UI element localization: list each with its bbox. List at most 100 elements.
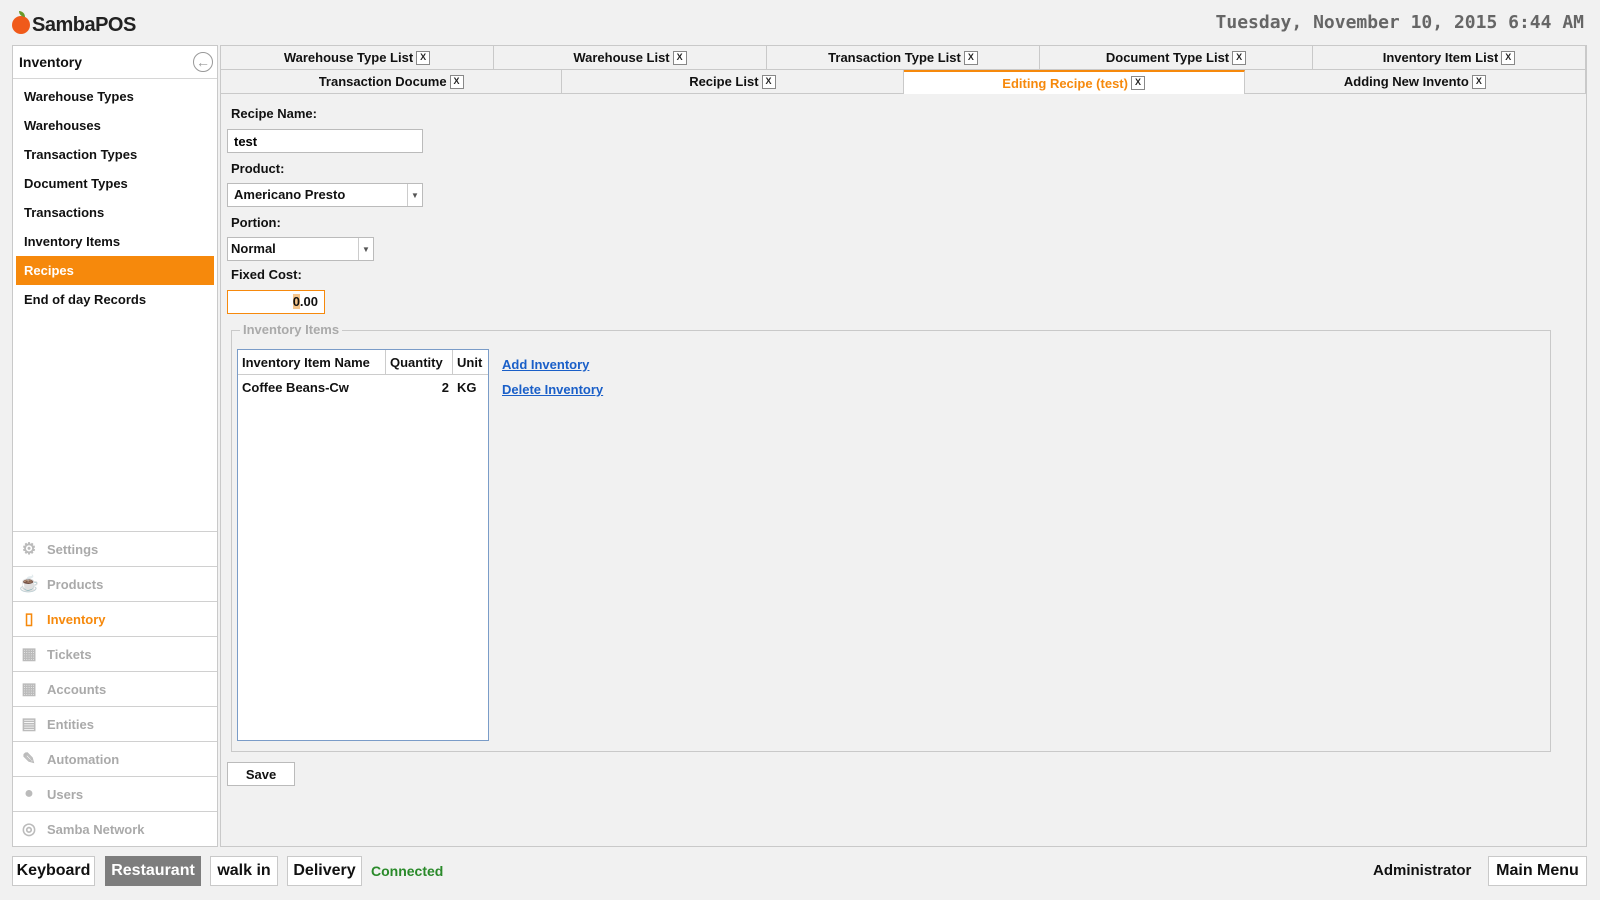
tab-row-top: Warehouse Type List X Warehouse List X T… [221, 46, 1586, 70]
module-navigation: ⚙ Settings ☕ Products ▯ Inventory ▦ Tick… [13, 531, 217, 846]
fixed-cost-selected-text: 0 [292, 294, 300, 309]
walk-in-button[interactable]: walk in [210, 856, 278, 886]
books-icon: ▦ [21, 646, 37, 663]
product-select[interactable]: Americano Presto ▼ [227, 183, 423, 207]
tab-transaction-document[interactable]: Transaction Docume X [221, 70, 563, 94]
coffee-cup-icon: ☕ [19, 576, 39, 593]
tab-close-button[interactable]: X [1130, 76, 1145, 90]
fixed-cost-text: .00 [299, 294, 318, 309]
delivery-button[interactable]: Delivery [287, 856, 362, 886]
tab-label: Recipe List [689, 74, 759, 89]
table-row[interactable]: Coffee Beans-Cw 2 KG [238, 375, 488, 399]
sidebar-item-document-types[interactable]: Document Types [16, 169, 214, 198]
tab-label: Editing Recipe (test) [1002, 75, 1128, 91]
tab-inventory-item-list[interactable]: Inventory Item List X [1313, 46, 1586, 70]
module-settings[interactable]: ⚙ Settings [13, 531, 217, 566]
tab-document-type-list[interactable]: Document Type List X [1040, 46, 1313, 70]
sidebar-item-end-of-day-records[interactable]: End of day Records [16, 285, 214, 314]
keyboard-button[interactable]: Keyboard [12, 856, 95, 886]
recipe-name-input[interactable] [227, 129, 423, 153]
module-label: Products [47, 576, 104, 592]
tab-label: Adding New Invento [1343, 74, 1469, 89]
module-label: Automation [47, 751, 120, 767]
sidebar-item-transaction-types[interactable]: Transaction Types [16, 140, 214, 169]
cell-name: Coffee Beans-Cw [242, 379, 349, 395]
tab-close-button[interactable]: X [761, 74, 776, 89]
connection-status: Connected [371, 863, 444, 879]
product-selected-value: Americano Presto [234, 187, 346, 202]
user-icon: ● [24, 785, 34, 802]
module-products[interactable]: ☕ Products [13, 566, 217, 601]
tab-recipe-list[interactable]: Recipe List X [562, 70, 904, 94]
save-button[interactable]: Save [227, 762, 295, 786]
back-arrow-icon[interactable]: ← [193, 52, 213, 72]
portion-select[interactable]: Normal ▼ [227, 237, 374, 261]
sidebar-item-transactions[interactable]: Transactions [16, 198, 214, 227]
tab-close-button[interactable]: X [963, 50, 978, 65]
fixed-cost-label: Fixed Cost: [231, 267, 302, 282]
tab-warehouse-type-list[interactable]: Warehouse Type List X [221, 46, 494, 70]
cell-quantity: 2 [441, 379, 449, 395]
pencil-icon: ✎ [22, 751, 36, 768]
module-label: Users [47, 786, 84, 802]
module-automation[interactable]: ✎ Automation [13, 741, 217, 776]
sidebar-item-recipes[interactable]: Recipes [16, 256, 214, 285]
module-label: Entities [47, 716, 94, 732]
calendar-icon: ▤ [21, 716, 37, 733]
document-area: Warehouse Type List X Warehouse List X T… [220, 45, 1587, 847]
module-label: Inventory [47, 611, 106, 627]
module-users[interactable]: ● Users [13, 776, 217, 811]
chevron-down-icon[interactable]: ▼ [358, 238, 373, 260]
main-menu-button[interactable]: Main Menu [1488, 856, 1587, 886]
chevron-down-icon[interactable]: ▼ [407, 184, 422, 206]
tab-label: Transaction Type List [828, 50, 961, 65]
module-accounts[interactable]: ▦ Accounts [13, 671, 217, 706]
tab-close-button[interactable]: X [416, 50, 431, 65]
sidebar-item-inventory-items[interactable]: Inventory Items [16, 227, 214, 256]
tab-close-button[interactable]: X [672, 50, 687, 65]
column-header-name[interactable]: Inventory Item Name [238, 350, 386, 374]
left-panel-header: Inventory ← [13, 46, 217, 79]
product-label: Product: [231, 161, 285, 176]
tab-label: Inventory Item List [1382, 50, 1499, 65]
portion-selected-value: Normal [231, 241, 276, 256]
tab-editing-recipe[interactable]: Editing Recipe (test) X [903, 70, 1245, 94]
module-label: Settings [47, 541, 99, 557]
module-inventory[interactable]: ▯ Inventory [13, 601, 217, 636]
module-label: Tickets [47, 646, 92, 662]
tab-transaction-type-list[interactable]: Transaction Type List X [767, 46, 1040, 70]
brand-name: SambaPOS [32, 13, 136, 36]
inventory-items-group: Inventory Items Inventory Item Name Quan… [231, 322, 1551, 752]
apple-logo-icon [12, 11, 30, 34]
tab-label: Warehouse List [573, 50, 670, 65]
tab-close-button[interactable]: X [1232, 50, 1247, 65]
column-header-unit[interactable]: Unit [453, 350, 488, 374]
delete-inventory-link[interactable]: Delete Inventory [502, 382, 603, 397]
module-tickets[interactable]: ▦ Tickets [13, 636, 217, 671]
recipe-name-label: Recipe Name: [231, 106, 317, 121]
left-panel-title: Inventory [19, 54, 83, 70]
restaurant-button[interactable]: Restaurant [105, 856, 201, 886]
tab-close-button[interactable]: X [1471, 74, 1486, 89]
sidebar-item-warehouses[interactable]: Warehouses [16, 111, 214, 140]
left-navigation-panel: Inventory ← Warehouse Types Warehouses T… [12, 45, 218, 847]
tab-warehouse-list[interactable]: Warehouse List X [494, 46, 767, 70]
module-label: Accounts [47, 681, 107, 697]
tab-close-button[interactable]: X [1501, 50, 1516, 65]
tab-label: Transaction Docume [318, 74, 447, 89]
sidebar-item-warehouse-types[interactable]: Warehouse Types [16, 82, 214, 111]
column-header-quantity[interactable]: Quantity [386, 350, 453, 374]
inventory-items-grid[interactable]: Inventory Item Name Quantity Unit Coffee… [237, 349, 489, 741]
module-entities[interactable]: ▤ Entities [13, 706, 217, 741]
cell-unit: KG [457, 379, 477, 395]
tab-close-button[interactable]: X [449, 74, 464, 89]
current-user: Administrator [1373, 862, 1472, 879]
date-time-display: Tuesday, November 10, 2015 6:44 AM [1215, 12, 1584, 33]
fixed-cost-input[interactable]: 0.00 [227, 290, 325, 314]
module-samba-network[interactable]: ◎ Samba Network [13, 811, 217, 846]
portion-label: Portion: [231, 215, 281, 230]
inventory-items-group-label: Inventory Items [240, 322, 343, 337]
recipe-edit-form: Recipe Name: Product: Americano Presto ▼… [221, 94, 1586, 846]
tab-adding-new-inventory[interactable]: Adding New Invento X [1244, 70, 1586, 94]
add-inventory-link[interactable]: Add Inventory [502, 357, 589, 372]
